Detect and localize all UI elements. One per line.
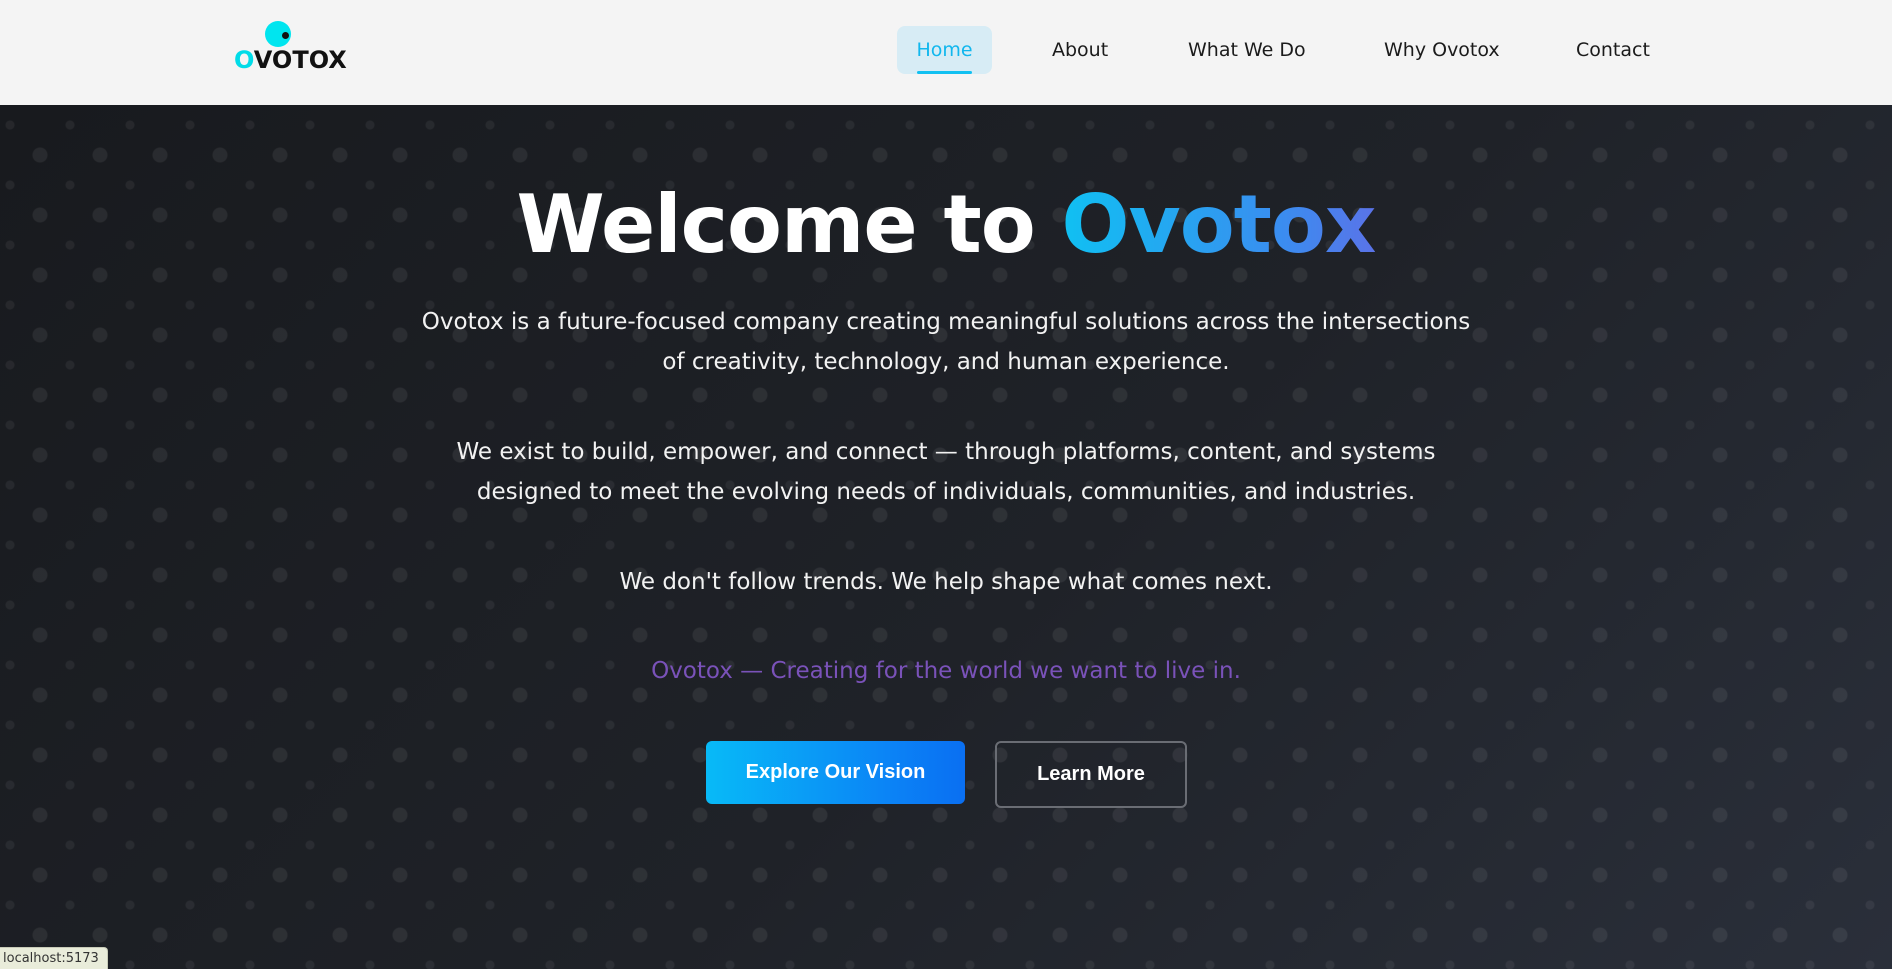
logo-rest: VOTOX xyxy=(253,46,347,74)
hero-title-brand: Ovotox xyxy=(1061,178,1377,271)
trends-paragraph: We don't follow trends. We help shape wh… xyxy=(619,569,1273,595)
site-header: OVOTOX Home About What We Do Why Ovotox … xyxy=(0,0,1892,105)
nav-what-we-do[interactable]: What We Do xyxy=(1188,26,1306,74)
ovotox-logo[interactable]: OVOTOX xyxy=(232,19,347,74)
intro-paragraph-line-1: Ovotox is a future-focused company creat… xyxy=(421,309,1471,335)
nav-why-ovotox[interactable]: Why Ovotox xyxy=(1384,26,1500,74)
intro-paragraph: Ovotox is a future-focused company creat… xyxy=(396,302,1496,382)
hero-title: Welcome to Ovotox xyxy=(0,175,1892,275)
status-bar-url: localhost:5173 xyxy=(0,947,108,969)
hero-title-prefix: Welcome to xyxy=(516,178,1062,271)
nav-home[interactable]: Home xyxy=(897,26,992,74)
learn-more-button[interactable]: Learn More xyxy=(995,741,1187,808)
mission-paragraph-line-1: We exist to build, empower, and connect … xyxy=(456,439,1436,465)
tagline: Ovotox — Creating for the world we want … xyxy=(651,658,1241,684)
logo-first-letter: O xyxy=(234,46,254,74)
logo-eye-icon xyxy=(282,32,289,39)
explore-vision-button[interactable]: Explore Our Vision xyxy=(706,741,965,804)
mission-paragraph: We exist to build, empower, and connect … xyxy=(396,432,1496,512)
nav-contact[interactable]: Contact xyxy=(1576,26,1650,74)
hero-section: Welcome to Ovotox Ovotox is a future-foc… xyxy=(0,105,1892,969)
intro-paragraph-line-2: of creativity, technology, and human exp… xyxy=(662,349,1230,375)
nav-about[interactable]: About xyxy=(1052,26,1108,74)
mission-paragraph-line-2: designed to meet the evolving needs of i… xyxy=(476,479,1416,505)
logo-wordmark: OVOTOX xyxy=(234,46,347,74)
